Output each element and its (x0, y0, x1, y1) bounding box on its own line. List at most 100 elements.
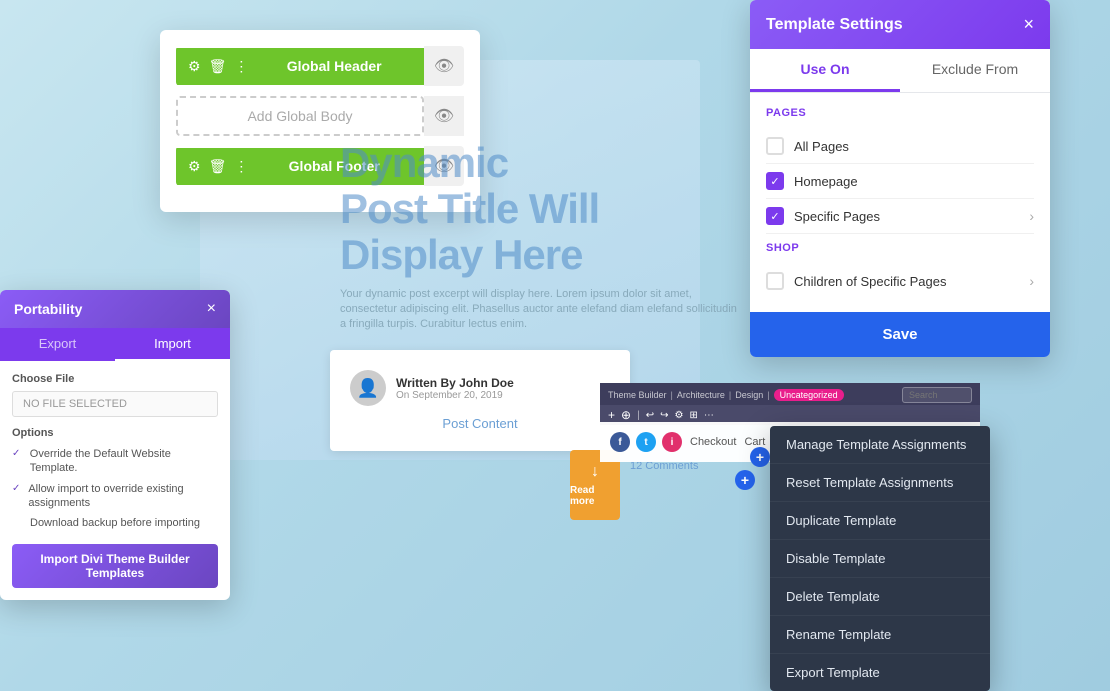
trash-icon[interactable]: 🗑 (209, 58, 227, 75)
grid-icon[interactable]: ⊞ (689, 410, 697, 421)
social-icons-group: f t i (610, 432, 682, 452)
footer-gear-icon[interactable]: ⚙ (188, 158, 201, 175)
children-chevron-icon: › (1029, 273, 1034, 289)
option-download-backup: ✓ Download backup before importing (12, 516, 218, 530)
ts-tab-use-on[interactable]: Use On (750, 49, 900, 92)
template-header-row: ⚙ 🗑 ⋮ Global Header 👁 (176, 46, 464, 86)
toolbar-theme-builder[interactable]: Theme Builder (608, 390, 667, 400)
option-allow-import: ✓ Allow import to override existing assi… (12, 482, 218, 511)
portability-body: Choose File NO FILE SELECTED Options ✓ O… (0, 361, 230, 600)
gear-icon[interactable]: ⚙ (188, 58, 201, 75)
author-info: Written By John Doe On September 20, 201… (396, 376, 514, 401)
nav-checkout[interactable]: Checkout (690, 436, 736, 448)
portability-tab-export[interactable]: Export (0, 328, 115, 361)
pages-section-label: Pages (766, 107, 1034, 119)
body-visibility-toggle[interactable]: 👁 (424, 96, 464, 136)
toolbar-architecture[interactable]: Architecture (677, 390, 725, 400)
context-export-template[interactable]: Export Template (770, 654, 990, 691)
more-icon[interactable]: ⋮ (234, 58, 248, 75)
dynamic-title-text: Dynamic Post Title Will Display Here (340, 140, 740, 279)
add-section-icon[interactable]: + (608, 408, 615, 422)
shop-section-label: Shop (766, 242, 1034, 254)
context-reset-assignments[interactable]: Reset Template Assignments (770, 464, 990, 502)
dynamic-subtitle: Your dynamic post excerpt will display h… (340, 287, 740, 333)
nav-cart[interactable]: Cart (744, 436, 765, 448)
template-settings-panel: Template Settings × Use On Exclude From … (750, 0, 1050, 357)
ts-option-all-pages[interactable]: All Pages (766, 129, 1034, 164)
post-author: 👤 Written By John Doe On September 20, 2… (350, 370, 610, 406)
author-avatar: 👤 (350, 370, 386, 406)
file-label: Choose File (12, 373, 218, 385)
homepage-label: Homepage (794, 174, 1034, 189)
read-more-label: Read more (570, 485, 620, 507)
ts-option-specific-pages[interactable]: ✓ Specific Pages › (766, 199, 1034, 234)
read-more-arrow-icon: ↓ (591, 463, 599, 481)
option-label-1: Override the Default Website Template. (30, 447, 218, 476)
context-menu: Manage Template Assignments Reset Templa… (770, 426, 990, 691)
add-global-body-row: Add Global Body 👁 (176, 96, 464, 136)
option-label-3: Download backup before importing (30, 516, 200, 530)
add-body-label: Add Global Body (247, 108, 352, 124)
specific-pages-chevron-icon: › (1029, 208, 1034, 224)
options-label: Options (12, 427, 218, 439)
template-settings-body: Pages All Pages ✓ Homepage ✓ Specific Pa… (750, 93, 1050, 312)
undo-icon[interactable]: ↩ (646, 410, 654, 421)
instagram-icon[interactable]: i (662, 432, 682, 452)
toolbar-uncategorized[interactable]: Uncategorized (774, 389, 844, 401)
author-date: On September 20, 2019 (396, 390, 514, 401)
children-checkbox[interactable] (766, 272, 784, 290)
template-settings-tabs: Use On Exclude From (750, 49, 1050, 93)
facebook-icon[interactable]: f (610, 432, 630, 452)
divider-1: | (637, 410, 640, 421)
footer-more-icon[interactable]: ⋮ (234, 158, 248, 175)
add-element-button-2[interactable]: + (735, 470, 755, 490)
context-rename-template[interactable]: Rename Template (770, 616, 990, 654)
ts-option-children[interactable]: Children of Specific Pages › (766, 264, 1034, 298)
template-settings-title: Template Settings (766, 16, 903, 34)
context-delete-template[interactable]: Delete Template (770, 578, 990, 616)
all-pages-label: All Pages (794, 139, 1034, 154)
portability-close-button[interactable]: × (207, 300, 216, 318)
portability-tabs: Export Import (0, 328, 230, 361)
ts-option-homepage[interactable]: ✓ Homepage (766, 164, 1034, 199)
more-options-icon[interactable]: ⋯ (704, 410, 714, 421)
portability-panel: Portability × Export Import Choose File … (0, 290, 230, 600)
template-settings-save-button[interactable]: Save (750, 312, 1050, 357)
global-header-label: Global Header (256, 58, 412, 74)
top-toolbar-bar: Theme Builder | Architecture | Design | … (600, 383, 980, 407)
add-body-area[interactable]: Add Global Body (176, 96, 424, 136)
settings-icon[interactable]: ⚙ (674, 410, 683, 421)
children-label: Children of Specific Pages (794, 274, 1019, 289)
all-pages-checkbox[interactable] (766, 137, 784, 155)
template-settings-header: Template Settings × (750, 0, 1050, 49)
post-content-label: Post Content (350, 416, 610, 431)
add-element-button-1[interactable]: + (750, 447, 770, 467)
ts-tab-exclude-from[interactable]: Exclude From (900, 49, 1050, 92)
redo-icon[interactable]: ↪ (660, 410, 668, 421)
context-disable-template[interactable]: Disable Template (770, 540, 990, 578)
context-duplicate-template[interactable]: Duplicate Template (770, 502, 990, 540)
option-check-1: ✓ (12, 448, 24, 460)
add-row-icon[interactable]: ⊕ (621, 408, 631, 422)
portability-tab-import[interactable]: Import (115, 328, 230, 361)
option-label-2: Allow import to override existing assign… (28, 482, 218, 511)
header-visibility-toggle[interactable]: 👁 (424, 46, 464, 86)
homepage-checkbox[interactable]: ✓ (766, 172, 784, 190)
toolbar-search-input[interactable] (902, 387, 972, 403)
portability-header: Portability × (0, 290, 230, 328)
twitter-icon[interactable]: t (636, 432, 656, 452)
option-override-default: ✓ Override the Default Website Template. (12, 447, 218, 476)
import-button[interactable]: Import Divi Theme Builder Templates (12, 544, 218, 588)
toolbar-design[interactable]: Design (735, 390, 763, 400)
author-name: Written By John Doe (396, 376, 514, 390)
option-check-2: ✓ (12, 483, 22, 495)
global-header-row[interactable]: ⚙ 🗑 ⋮ Global Header (176, 48, 424, 85)
dynamic-title-area: Dynamic Post Title Will Display Here You… (340, 140, 740, 333)
file-input-display[interactable]: NO FILE SELECTED (12, 391, 218, 417)
post-card: 👤 Written By John Doe On September 20, 2… (330, 350, 630, 451)
footer-trash-icon[interactable]: 🗑 (209, 158, 227, 175)
portability-title: Portability (14, 301, 82, 317)
context-manage-assignments[interactable]: Manage Template Assignments (770, 426, 990, 464)
template-settings-close-button[interactable]: × (1023, 14, 1034, 35)
specific-pages-checkbox[interactable]: ✓ (766, 207, 784, 225)
